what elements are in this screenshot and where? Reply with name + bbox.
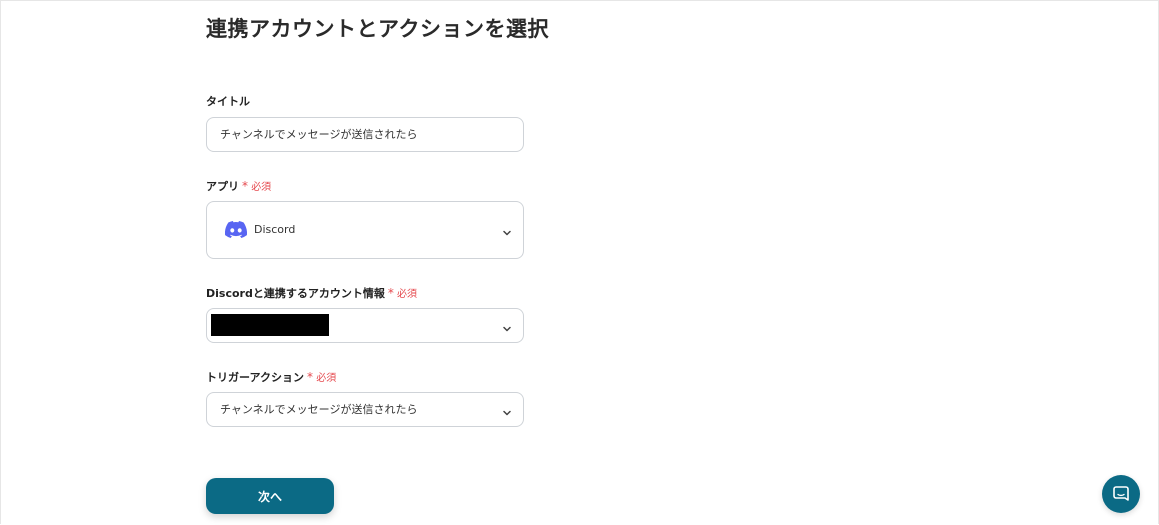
title-label-text: タイトル (206, 95, 250, 108)
title-field-label: タイトル (206, 94, 250, 110)
required-asterisk: * (387, 286, 394, 300)
required-text: 必須 (397, 289, 418, 300)
required-text: 必須 (251, 182, 272, 193)
title-input-value: チャンネルでメッセージが送信されたら (220, 128, 418, 141)
chat-bubble-icon (1113, 486, 1129, 501)
trigger-select-value: チャンネルでメッセージが送信されたら (220, 403, 418, 416)
app-label-text: アプリ (206, 180, 239, 193)
account-label-text: Discordと連携するアカウント情報 (206, 287, 385, 300)
page-title: 連携アカウントとアクションを選択 (206, 17, 549, 41)
account-field-label: Discordと連携するアカウント情報 * 必須 (206, 285, 417, 303)
required-text: 必須 (316, 373, 337, 384)
app-field-label: アプリ * 必須 (206, 178, 271, 196)
app-select[interactable]: Discord (206, 201, 524, 259)
required-indicator: * 必須 (307, 370, 337, 384)
app-select-value: Discord (254, 223, 296, 236)
chevron-down-icon (501, 404, 513, 416)
title-input[interactable]: チャンネルでメッセージが送信されたら (206, 117, 524, 152)
required-asterisk: * (307, 370, 314, 384)
chevron-down-icon (501, 320, 513, 332)
next-button[interactable]: 次へ (206, 478, 334, 514)
trigger-action-select[interactable]: チャンネルでメッセージが送信されたら (206, 392, 524, 427)
discord-icon (224, 221, 248, 239)
trigger-label-text: トリガーアクション (206, 371, 305, 384)
account-select[interactable] (206, 308, 524, 343)
required-indicator: * 必須 (387, 286, 418, 300)
chevron-down-icon (501, 224, 513, 236)
chat-widget-button[interactable] (1102, 475, 1140, 513)
redacted-account-value (211, 314, 329, 336)
required-indicator: * 必須 (242, 179, 272, 193)
page-frame (0, 0, 1159, 524)
trigger-field-label: トリガーアクション * 必須 (206, 369, 336, 387)
required-asterisk: * (242, 179, 248, 193)
